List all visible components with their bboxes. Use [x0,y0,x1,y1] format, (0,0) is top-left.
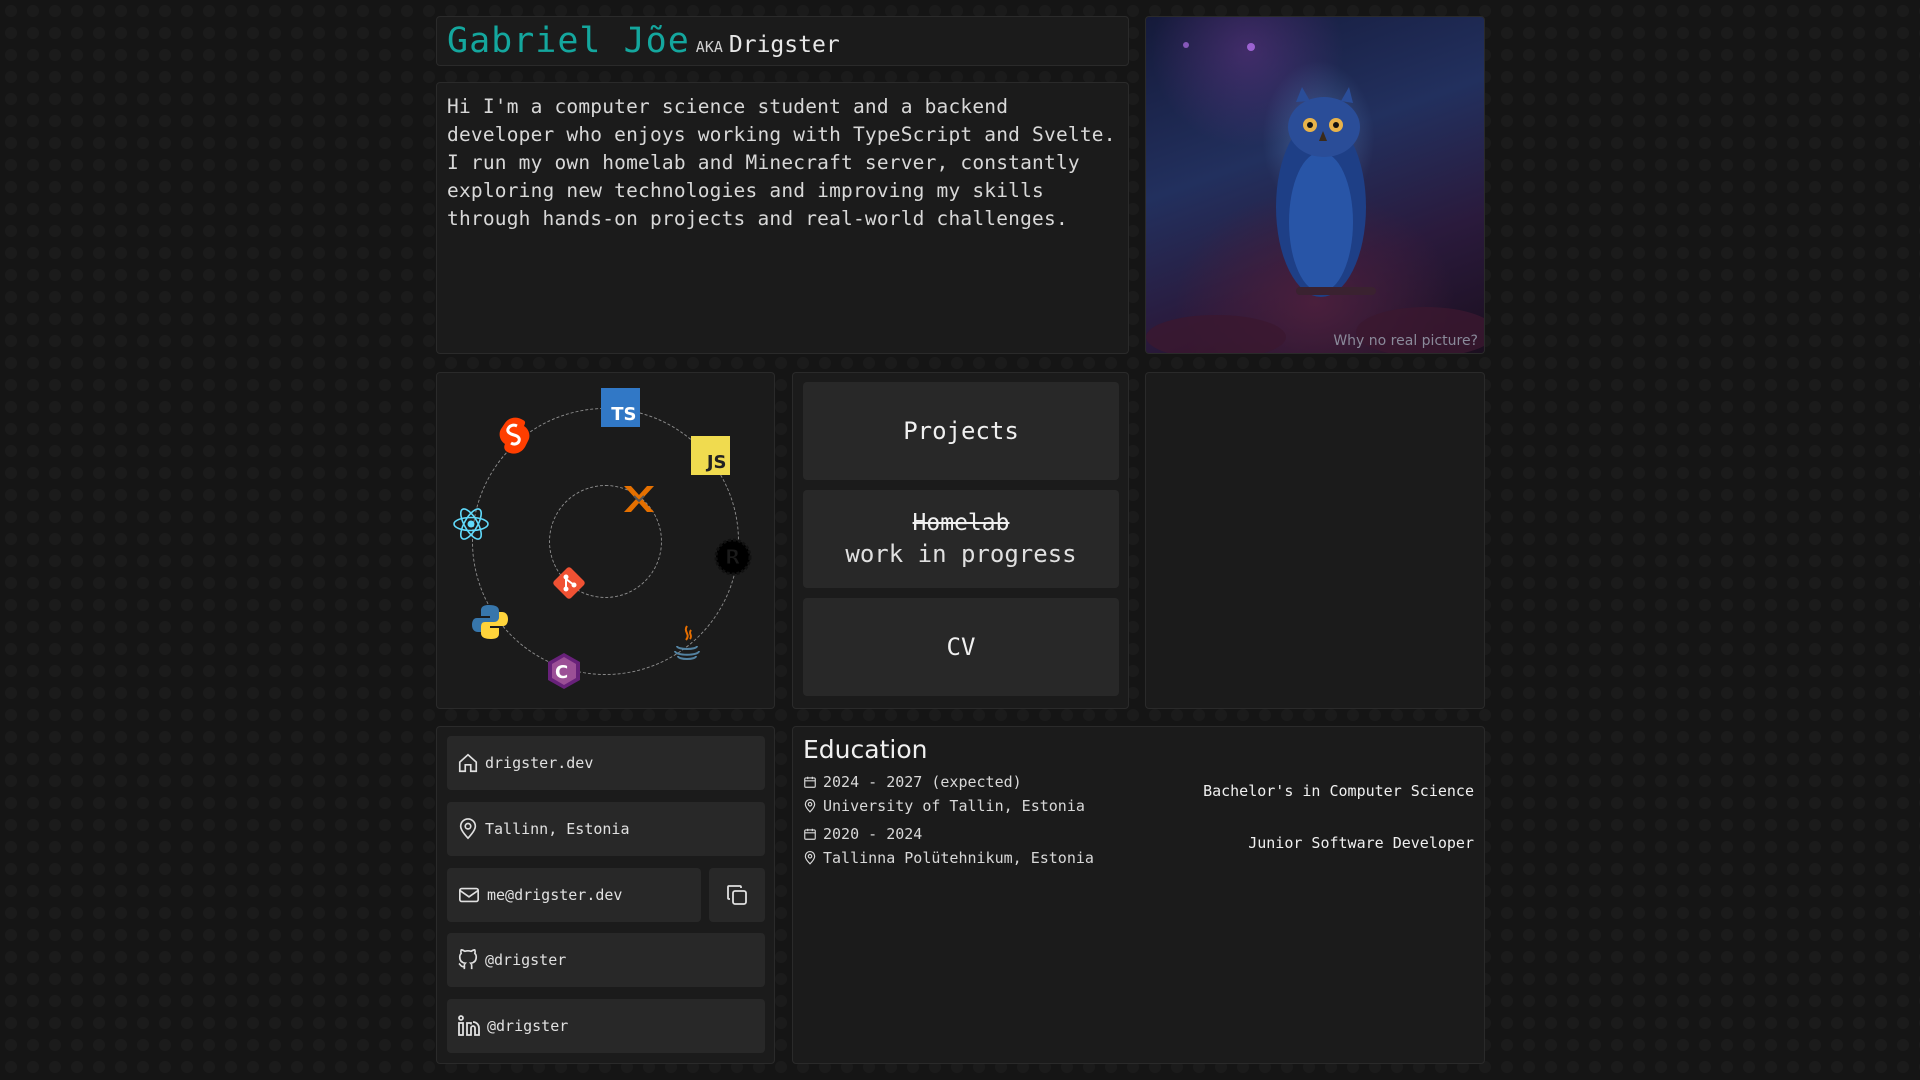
copy-icon [727,885,747,905]
mail-icon [459,887,479,903]
period-text: 2024 - 2027 (expected) [823,773,1022,791]
location-item: Tallinn, Estonia [447,802,765,856]
svg-text:C: C [555,662,568,683]
owl-illustration [1146,42,1484,353]
linkedin-text: @drigster [487,1017,569,1035]
email-link[interactable]: me@drigster.dev [447,868,701,922]
contacts-card: drigster.dev Tallinn, Estonia me@drigste… [436,726,775,1064]
email-text: me@drigster.dev [487,886,623,904]
github-icon [458,949,478,970]
typescript-icon: TS [600,387,640,427]
github-link[interactable]: @drigster [447,933,765,987]
copy-email-button[interactable] [709,868,765,922]
calendar-icon [804,828,816,840]
proxmox-icon [619,479,659,519]
github-text: @drigster [485,951,567,969]
alias-name: Drigster [728,32,840,58]
linkedin-icon [458,1015,480,1036]
skills-orbit-card: TS JS R C [436,372,775,709]
person-name: Gabriel Jõe [447,21,690,61]
degree-text: Bachelor's in Computer Science [1203,782,1474,800]
education-entry: 2020 - 2024 Tallinna Polütehnikum, Eston… [803,822,1474,874]
degree-text: Junior Software Developer [1248,834,1474,852]
navigation-card: Projects Homelab work in progress CV [792,372,1129,709]
place-text: University of Tallin, Estonia [823,797,1085,815]
react-icon [451,504,491,544]
javascript-icon: JS [690,435,730,475]
csharp-icon: C [544,651,584,691]
home-icon [458,753,478,773]
education-card: Education 2024 - 2027 (expected) Univers… [792,726,1485,1064]
website-link[interactable]: drigster.dev [447,736,765,790]
why-no-real-picture-link[interactable]: Why no real picture? [1333,333,1478,349]
map-pin-icon [804,799,816,813]
education-title: Education [803,735,928,764]
location-text: Tallinn, Estonia [485,820,630,838]
bio-card: Hi I'm a computer science student and a … [436,82,1129,354]
map-pin-icon [804,851,816,865]
homelab-status: work in progress [845,540,1077,568]
cv-button[interactable]: CV [803,598,1119,696]
homelab-label: Homelab [912,510,1010,536]
java-icon [667,624,707,664]
calendar-icon [804,776,816,788]
profile-image-card: Why no real picture? [1145,16,1485,354]
typescript-label: TS [600,387,640,427]
period-text: 2020 - 2024 [823,825,923,843]
homelab-button[interactable]: Homelab work in progress [803,490,1119,588]
bio-text: Hi I'm a computer science student and a … [447,95,1116,230]
javascript-label: JS [690,435,730,475]
svg-text:R: R [725,545,740,569]
name-header: Gabriel Jõe AKA Drigster [436,16,1129,66]
cv-label: CV [946,633,976,661]
projects-label: Projects [903,417,1019,445]
education-entry: 2024 - 2027 (expected) University of Tal… [803,770,1474,822]
empty-panel [1145,372,1485,709]
website-text: drigster.dev [485,754,594,772]
aka-label: AKA [695,38,723,56]
svelte-icon [494,415,534,455]
place-text: Tallinna Polütehnikum, Estonia [823,849,1094,867]
projects-button[interactable]: Projects [803,382,1119,480]
git-icon [549,563,589,603]
map-pin-icon [459,818,477,840]
python-icon [470,602,510,642]
linkedin-link[interactable]: @drigster [447,999,765,1053]
rust-icon: R [713,537,753,577]
